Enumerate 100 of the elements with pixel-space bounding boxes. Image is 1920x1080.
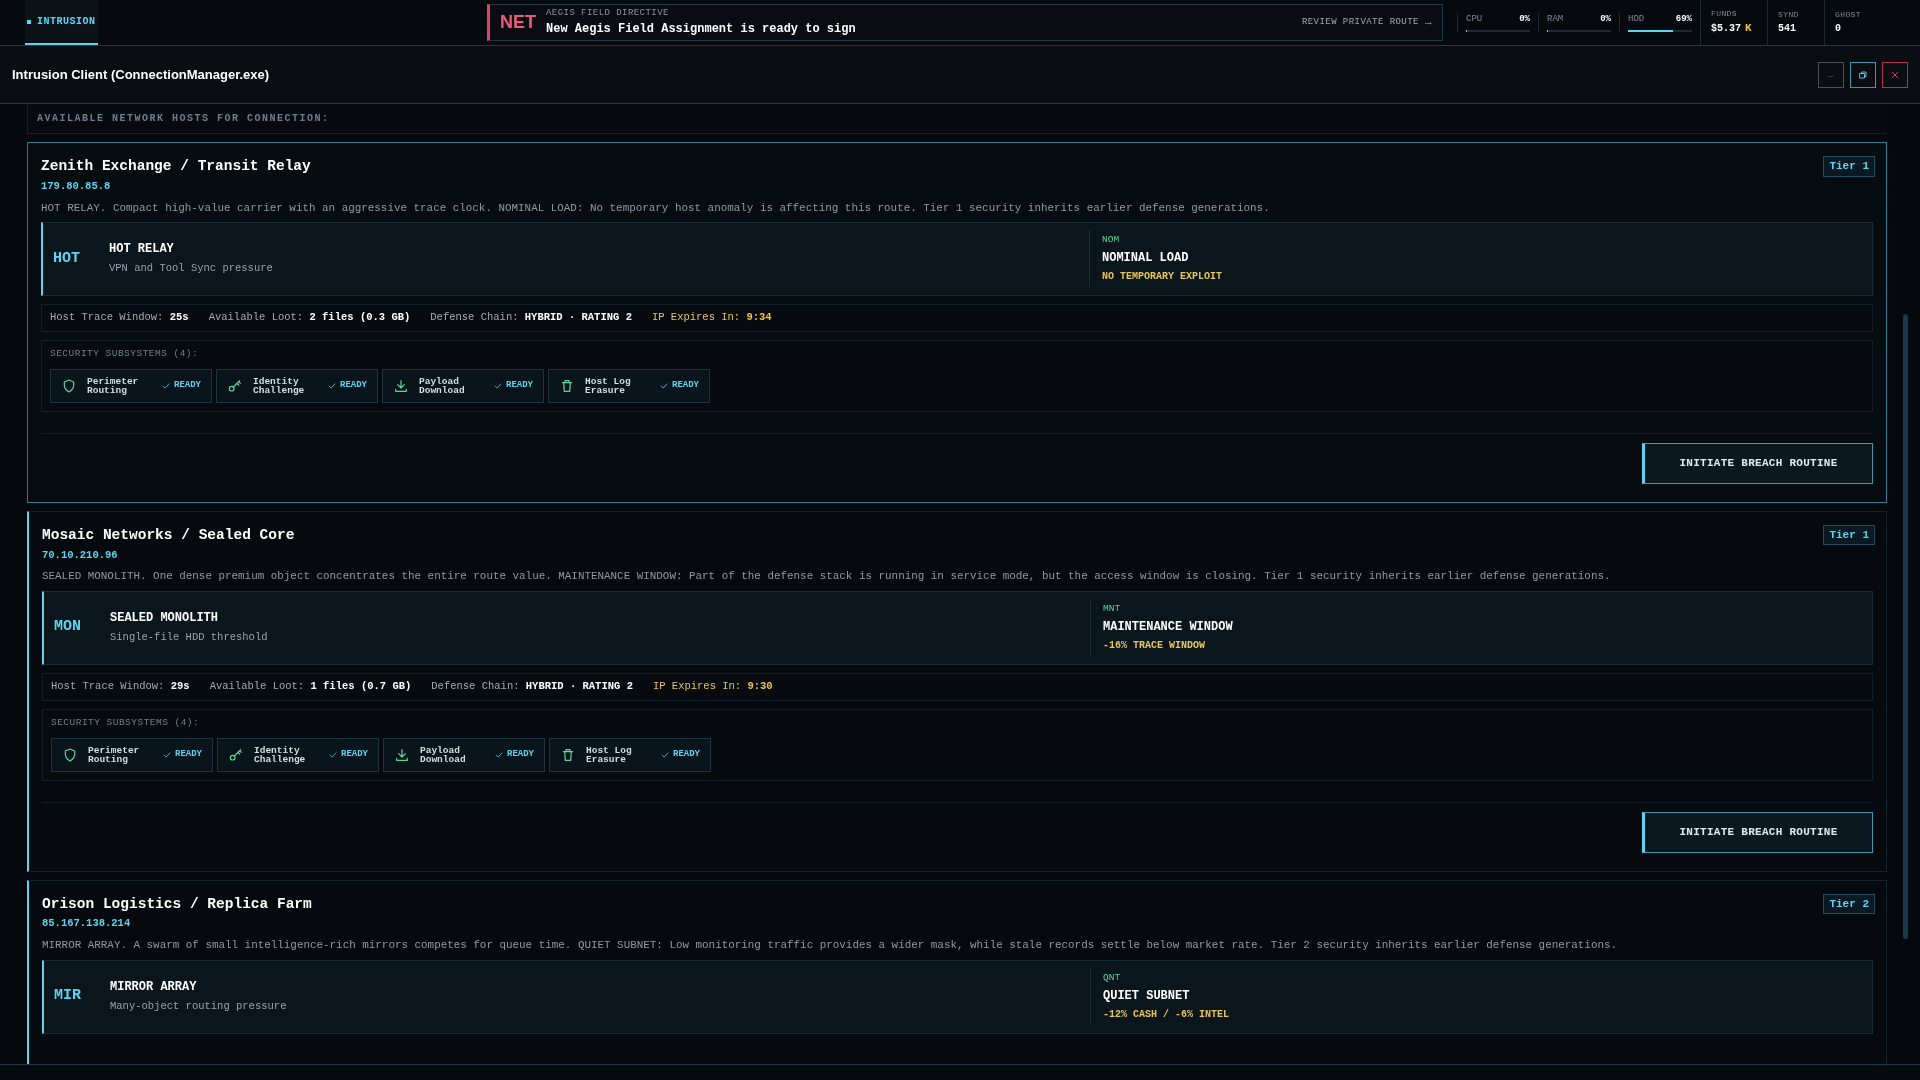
host-stat: Host Trace Window: 29s — [51, 678, 190, 694]
shield-icon — [62, 746, 78, 763]
ip-address: 70.10.210.96 — [42, 547, 118, 563]
tier-badge: Tier 1 — [1823, 524, 1875, 546]
section-heading: AVAILABLE NETWORK HOSTS FOR CONNECTION: — [37, 112, 330, 126]
meter-reading: 0% — [1600, 13, 1611, 27]
key-icon — [228, 746, 244, 763]
host-name: Zenith Exchange / Transit Relay — [41, 157, 311, 176]
host-name: Mosaic Networks / Sealed Core — [42, 525, 295, 545]
key-icon — [227, 378, 243, 395]
subsystem-name: Payload Download — [419, 377, 466, 396]
host-card[interactable] — [27, 879, 1887, 1064]
subsystem-status: READY — [175, 748, 202, 762]
modifier-effect: -12% CASH / -6% INTEL — [1103, 1008, 1230, 1023]
profile-detail: VPN and Tool Sync pressure — [109, 261, 273, 277]
host-card[interactable] — [27, 510, 1887, 872]
check-icon — [162, 749, 172, 760]
check-icon — [660, 749, 670, 760]
directive-code: NET — [500, 11, 536, 34]
host-stat: IP Expires In: 9:30 — [652, 678, 773, 694]
subsystem-name: Host Log Erasure — [585, 377, 632, 396]
subsystem-status: READY — [506, 379, 533, 393]
download-icon — [393, 378, 409, 395]
check-icon — [494, 749, 504, 760]
host-stat: IP Expires In: 9:34 — [651, 310, 772, 325]
check-icon — [161, 381, 171, 392]
host-name: Orison Logistics / Replica Farm — [42, 894, 312, 914]
profile-name: SEALED MONOLITH — [110, 610, 220, 628]
modifier-code: MNT — [1103, 602, 1122, 617]
subsystem-name: Host Log Erasure — [586, 745, 633, 764]
meter-reading: 69% — [1675, 13, 1692, 27]
subsystem-status: READY — [174, 379, 201, 393]
profile-name: HOT RELAY — [109, 241, 175, 259]
subsystem-name: Payload Download — [420, 745, 467, 764]
directive-title: New Aegis Field Assignment is ready to sign — [546, 21, 857, 39]
stat-label: GHOST — [1835, 9, 1862, 21]
download-icon — [394, 746, 410, 763]
tab[interactable]: INTRUSION — [25, 0, 98, 45]
minimize-button[interactable]: — — [1818, 61, 1844, 88]
profile-detail: Many-object routing pressure — [110, 999, 287, 1015]
host-stat: Host Trace Window: 25s — [50, 310, 189, 325]
breach-button[interactable]: INITIATE BREACH ROUTINE — [1642, 442, 1873, 484]
meter-reading: 0% — [1519, 13, 1530, 27]
check-icon — [328, 749, 338, 760]
modifier-effect: -16% TRACE WINDOW — [1103, 639, 1207, 654]
subsystem-status: READY — [507, 748, 534, 762]
meter-label: HDD — [1628, 13, 1645, 27]
profile-detail: Single-file HDD threshold — [110, 630, 268, 646]
subsystem-name: Perimeter Routing — [88, 745, 141, 764]
subsystem-name: Identity Challenge — [254, 745, 307, 764]
scrollbar-thumb[interactable] — [1903, 314, 1908, 939]
ip-address: 85.167.138.214 — [42, 916, 131, 932]
ip-address: 179.80.85.8 — [41, 178, 111, 194]
stat-value: $5.37 — [1711, 22, 1741, 36]
host-description: MIRROR ARRAY. A swarm of small intelligence-rich mirrors competes for queue time. QUIET SUBNET: Low monitoring traffic provides a wider mask, while stale records settle below market rate. Tier 2 security inherits earlier defense generations. — [42, 938, 1619, 954]
subsystem-name: Perimeter Routing — [87, 377, 140, 396]
profile-code: HOT — [52, 248, 81, 269]
check-icon — [659, 381, 669, 392]
check-icon — [493, 381, 503, 392]
profile-code: MIR — [53, 986, 82, 1007]
profile-code: MON — [53, 617, 82, 638]
check-icon — [327, 381, 337, 392]
arrow-icon: → — [1424, 14, 1432, 31]
modifier-code: NOM — [1102, 233, 1121, 248]
stat-label: FUNDS — [1711, 8, 1738, 21]
subsystems-heading: SECURITY SUBSYSTEMS (4): — [51, 715, 201, 730]
meter-label: CPU — [1466, 13, 1483, 27]
modifier-name: MAINTENANCE WINDOW — [1103, 619, 1233, 637]
tier-badge: Tier 2 — [1823, 893, 1875, 915]
profile-name: MIRROR ARRAY — [110, 979, 198, 997]
host-stat: Available Loot: 1 files (0.7 GB) — [209, 678, 412, 694]
host-description: SEALED MONOLITH. One dense premium object concentrates the entire route value. MAINTENANCE WINDOW: Part of the defense stack is running in service mode, but the access window is closing. Tier 1 security inherits earlier defense generations. — [42, 569, 1612, 585]
stat-unit: K — [1745, 21, 1752, 37]
meter-label: RAM — [1547, 13, 1564, 27]
subsystem-status: READY — [341, 748, 368, 762]
stat-value: 541 — [1778, 22, 1796, 36]
trash-icon — [560, 746, 576, 763]
modifier-name: QUIET SUBNET — [1103, 988, 1191, 1006]
modifier-effect: NO TEMPORARY EXPLOIT — [1102, 270, 1223, 285]
stat-value: 0 — [1835, 22, 1841, 36]
host-stat: Defense Chain: HYBRID · RATING 2 — [430, 310, 632, 325]
close-button[interactable] — [1882, 61, 1908, 88]
host-stat: Defense Chain: HYBRID · RATING 2 — [431, 678, 633, 694]
review-route-link[interactable]: REVIEW PRIVATE ROUTE → — [1301, 14, 1432, 31]
subsystems-heading: SECURITY SUBSYSTEMS (4): — [50, 346, 200, 361]
host-card[interactable] — [27, 142, 1887, 503]
modifier-code: QNT — [1103, 970, 1122, 985]
trash-icon — [559, 378, 575, 395]
host-description: HOT RELAY. Compact high-value carrier with an aggressive trace clock. NOMINAL LOAD: No temporary host anomaly is affecting this route. Tier 1 security inherits earlier defense generations. — [41, 200, 1271, 216]
window-title: Intrusion Client (ConnectionManager.exe) — [12, 65, 270, 84]
host-stat: Available Loot: 2 files (0.3 GB) — [208, 310, 411, 325]
modifier-name: NOMINAL LOAD — [1102, 250, 1190, 268]
subsystem-status: READY — [340, 379, 367, 393]
stat-label: SYND — [1778, 9, 1800, 21]
directive-label: AEGIS FIELD DIRECTIVE — [546, 6, 670, 20]
shield-icon — [61, 378, 77, 395]
breach-button[interactable]: INITIATE BREACH ROUTINE — [1642, 811, 1873, 853]
subsystem-status: READY — [673, 748, 700, 762]
restore-button[interactable] — [1850, 61, 1876, 88]
subsystem-name: Identity Challenge — [253, 377, 306, 396]
